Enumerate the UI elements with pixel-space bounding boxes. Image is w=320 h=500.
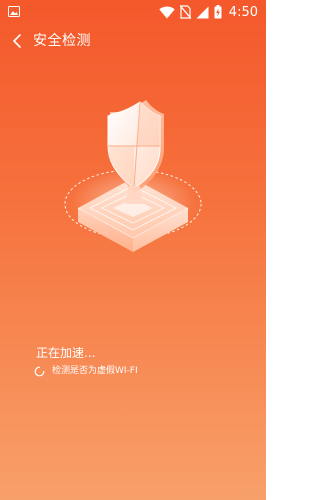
- shield-on-platform-icon: [64, 100, 202, 252]
- chevron-left-icon[interactable]: [10, 32, 26, 50]
- signal-icon: [196, 6, 209, 18]
- status-icons: 4:50: [159, 3, 258, 21]
- security-check-screen: 4:50 安全检测 正在加速... 检测是否为虚假WI-FI: [0, 0, 266, 500]
- current-check-row: 检测是否为虚假WI-FI: [34, 364, 138, 378]
- current-check-text: 检测是否为虚假WI-FI: [52, 366, 138, 376]
- gallery-icon: [8, 6, 20, 17]
- app-header: 安全检测: [0, 24, 266, 58]
- no-sim-icon: [179, 5, 191, 19]
- page-title: 安全检测: [33, 33, 91, 49]
- status-time: 4:50: [228, 4, 258, 20]
- progress-title: 正在加速...: [36, 346, 96, 360]
- status-bar: 4:50: [0, 0, 266, 24]
- battery-charging-icon: [214, 5, 222, 19]
- wifi-icon: [159, 6, 175, 18]
- loading-spinner-icon: [34, 366, 45, 376]
